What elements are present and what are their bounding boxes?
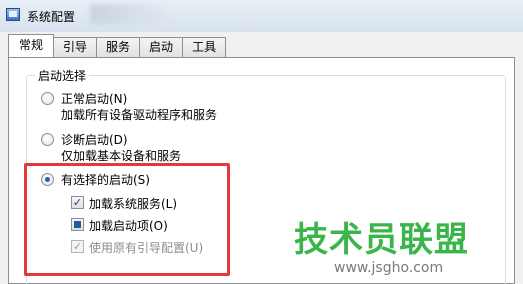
- watermark: 技术员联盟 www.jsgho.com: [294, 212, 484, 278]
- selective-startup-label[interactable]: 有选择的启动(S): [61, 171, 150, 188]
- tab-services[interactable]: 服务: [96, 37, 141, 57]
- tab-tools[interactable]: 工具: [182, 37, 227, 57]
- normal-startup-radio[interactable]: [41, 92, 54, 105]
- normal-startup-desc: 加载所有设备驱动程序和服务: [61, 108, 218, 122]
- diagnostic-startup-desc: 仅加载基本设备和服务: [61, 149, 182, 163]
- selective-startup-radio[interactable]: [41, 173, 54, 186]
- watermark-url: www.jsgho.com: [334, 260, 444, 276]
- diagnostic-startup-radio[interactable]: [41, 133, 54, 146]
- tab-strip: 常规 引导 服务 启动 工具: [8, 34, 227, 57]
- use-original-boot-config-checkbox: ✓: [71, 240, 84, 253]
- load-startup-items-label[interactable]: 加载启动项(O): [89, 217, 168, 234]
- watermark-logo-text: 技术员联盟: [294, 220, 469, 260]
- title-bar: 系统配置: [0, 0, 523, 32]
- tab-general[interactable]: 常规: [8, 34, 55, 57]
- normal-startup-label[interactable]: 正常启动(N): [61, 90, 127, 107]
- use-original-boot-config-label: 使用原有引导配置(U): [89, 241, 204, 255]
- window-title: 系统配置: [27, 10, 76, 24]
- load-system-services-checkbox[interactable]: ✓: [71, 196, 84, 209]
- msconfig-icon: [6, 8, 20, 21]
- load-system-services-label[interactable]: 加载系统服务(L): [89, 195, 177, 212]
- load-startup-items-checkbox[interactable]: [71, 218, 84, 231]
- title-blur: [90, 4, 170, 24]
- tab-boot[interactable]: 引导: [53, 37, 98, 57]
- group-label: 启动选择: [35, 67, 90, 84]
- tab-startup[interactable]: 启动: [139, 37, 184, 57]
- diagnostic-startup-label[interactable]: 诊断启动(D): [61, 131, 128, 148]
